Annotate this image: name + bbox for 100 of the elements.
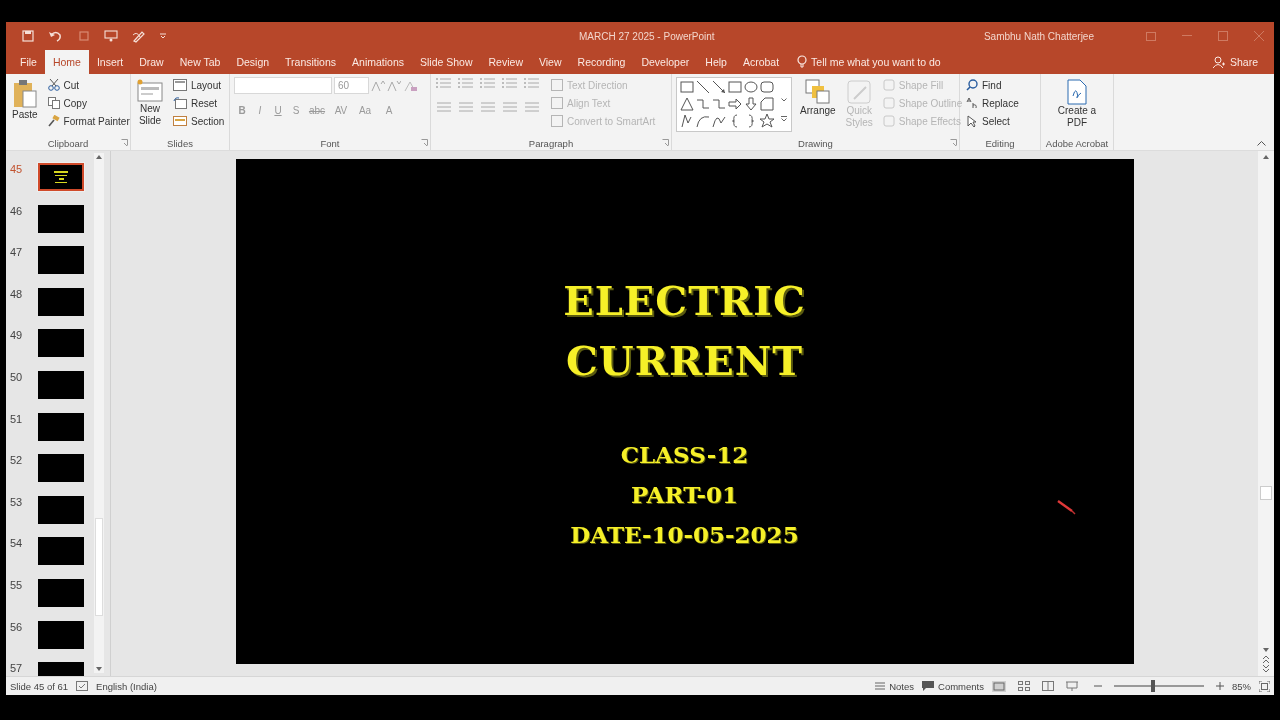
format-button[interactable]: AV bbox=[330, 102, 352, 118]
layout-button[interactable]: Layout bbox=[171, 77, 227, 93]
arrange-button[interactable]: Arrange bbox=[798, 77, 838, 117]
slide-thumbnail[interactable] bbox=[38, 495, 84, 524]
font-name-field[interactable] bbox=[234, 77, 332, 94]
zoom-out-icon[interactable] bbox=[1094, 682, 1102, 690]
ribbon-tab[interactable]: Acrobat bbox=[734, 50, 788, 74]
slide-number: 48 bbox=[9, 287, 24, 300]
fit-to-window-icon[interactable] bbox=[1259, 680, 1270, 692]
save-icon[interactable] bbox=[22, 30, 34, 42]
new-slide-icon bbox=[137, 79, 163, 103]
ribbon-tab[interactable]: Draw bbox=[131, 50, 172, 74]
collapse-ribbon-icon[interactable] bbox=[1257, 140, 1266, 146]
format-button[interactable]: A bbox=[378, 102, 400, 118]
layout-icon bbox=[173, 79, 187, 91]
shapes-gallery[interactable] bbox=[676, 77, 792, 132]
slide-thumbnail[interactable] bbox=[38, 454, 84, 483]
reading-view-icon[interactable] bbox=[1042, 680, 1054, 691]
dialog-launcher-icon[interactable] bbox=[421, 139, 428, 146]
find-button[interactable]: Find bbox=[964, 77, 1021, 93]
ribbon-tab[interactable]: Insert bbox=[88, 50, 132, 74]
slide-thumbnail[interactable] bbox=[38, 620, 84, 649]
scroll-down-icon[interactable] bbox=[1261, 646, 1271, 654]
select-button[interactable]: Select bbox=[964, 113, 1021, 129]
slide-thumbnail[interactable] bbox=[38, 287, 84, 316]
dialog-launcher-icon[interactable] bbox=[950, 139, 957, 146]
spelling-check-icon[interactable] bbox=[76, 681, 89, 691]
ribbon-tab[interactable]: File bbox=[12, 50, 45, 74]
lightbulb-icon bbox=[797, 55, 808, 69]
format-button[interactable]: B bbox=[234, 102, 250, 118]
clear-formatting-icon[interactable] bbox=[403, 79, 417, 92]
scroll-up-icon[interactable] bbox=[94, 153, 104, 161]
format-button[interactable]: I bbox=[252, 102, 268, 118]
cut-button[interactable]: Cut bbox=[45, 77, 132, 93]
slide-thumbnail[interactable] bbox=[38, 370, 84, 399]
ribbon-tab[interactable]: New Tab bbox=[171, 50, 229, 74]
slide-thumbnail[interactable] bbox=[38, 537, 84, 566]
next-slide-icon[interactable] bbox=[1261, 664, 1271, 674]
group-label: Slides bbox=[167, 137, 193, 149]
slide-number: 51 bbox=[9, 412, 24, 425]
slide-thumbnail[interactable] bbox=[38, 578, 84, 607]
font-size-field[interactable]: 60 bbox=[334, 77, 369, 94]
slide-number: 55 bbox=[9, 578, 24, 591]
slide-show-icon[interactable] bbox=[1066, 680, 1078, 691]
ribbon-tab[interactable]: Transitions bbox=[277, 50, 345, 74]
pen-icon[interactable] bbox=[132, 29, 146, 43]
ribbon-tab[interactable]: Slide Show bbox=[412, 50, 481, 74]
language-label[interactable]: English (India) bbox=[96, 680, 157, 692]
scrollbar-thumb[interactable] bbox=[95, 518, 103, 616]
format-button[interactable]: U bbox=[270, 102, 286, 118]
section-button[interactable]: Section bbox=[171, 113, 227, 129]
customize-caret-icon[interactable] bbox=[160, 33, 166, 39]
user-name[interactable]: Sambhu Nath Chatterjee bbox=[983, 30, 1094, 42]
scrollbar-thumb[interactable] bbox=[1260, 486, 1272, 500]
replace-button[interactable]: Replace bbox=[964, 95, 1021, 111]
gallery-scroll-down-icon[interactable] bbox=[781, 98, 787, 102]
format-button[interactable]: S bbox=[288, 102, 304, 118]
format-button[interactable]: Aa bbox=[354, 102, 376, 118]
shape-icon bbox=[695, 96, 711, 112]
share-button[interactable]: Share bbox=[1212, 50, 1258, 74]
format-painter-button[interactable]: Format Painter bbox=[45, 113, 132, 129]
ribbon-tab[interactable]: Review bbox=[480, 50, 531, 74]
slide-thumbnail[interactable] bbox=[38, 204, 84, 233]
undo-icon[interactable] bbox=[48, 30, 64, 42]
format-button[interactable]: abc bbox=[306, 102, 328, 118]
pen-cursor-icon bbox=[1056, 499, 1076, 515]
ribbon-tab[interactable]: Animations bbox=[344, 50, 412, 74]
ribbon-tab[interactable]: Help bbox=[697, 50, 735, 74]
zoom-in-icon[interactable] bbox=[1216, 682, 1224, 690]
ribbon-tab[interactable]: Design bbox=[228, 50, 278, 74]
ribbon-tab[interactable]: Recording bbox=[569, 50, 634, 74]
shape-icon bbox=[679, 79, 695, 95]
previous-slide-icon[interactable] bbox=[1261, 654, 1271, 664]
create-pdf-button[interactable]: Create a PDF bbox=[1050, 77, 1104, 129]
reset-button[interactable]: Reset bbox=[171, 95, 227, 111]
slide-thumbnail[interactable] bbox=[38, 246, 84, 275]
notes-button[interactable]: Notes bbox=[875, 680, 915, 692]
normal-view-icon[interactable] bbox=[992, 680, 1006, 692]
dialog-launcher-icon[interactable] bbox=[121, 139, 128, 146]
gallery-more-icon[interactable] bbox=[781, 116, 787, 122]
slide-thumbnail[interactable] bbox=[38, 329, 84, 358]
slide-number: 53 bbox=[9, 495, 24, 508]
ribbon-tab[interactable]: View bbox=[530, 50, 570, 74]
new-slide-button[interactable]: New Slide bbox=[135, 77, 165, 127]
arrange-icon bbox=[804, 79, 831, 105]
scroll-down-icon[interactable] bbox=[94, 665, 104, 673]
comments-button[interactable]: Comments bbox=[922, 680, 984, 692]
dialog-launcher-icon[interactable] bbox=[662, 139, 669, 146]
slide-sorter-icon[interactable] bbox=[1018, 680, 1030, 691]
presenter-icon[interactable] bbox=[104, 30, 118, 42]
ribbon-tab[interactable]: Developer bbox=[633, 50, 698, 74]
slide-thumbnail[interactable] bbox=[38, 412, 84, 441]
zoom-level[interactable]: 85% bbox=[1232, 680, 1251, 692]
paste-button[interactable]: Paste bbox=[10, 77, 40, 121]
text-box-icon bbox=[551, 97, 563, 109]
copy-button[interactable]: Copy bbox=[45, 95, 132, 111]
tell-me-field[interactable]: Tell me what you want to do bbox=[797, 50, 941, 74]
slide-thumbnail[interactable] bbox=[38, 163, 84, 191]
ribbon-tab[interactable]: Home bbox=[44, 50, 89, 74]
scroll-up-icon[interactable] bbox=[1261, 153, 1271, 161]
